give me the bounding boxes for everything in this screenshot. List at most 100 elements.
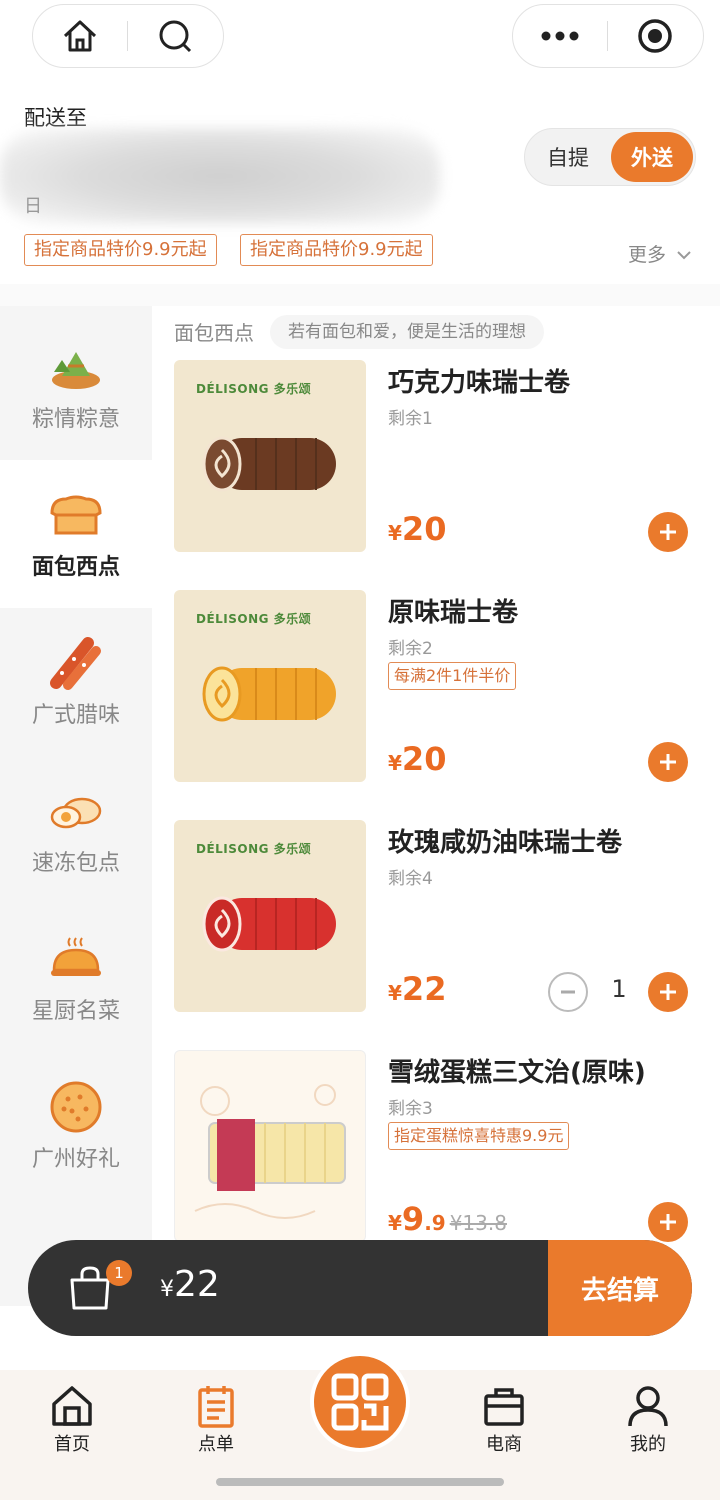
currency-symbol: ¥ — [388, 981, 402, 1005]
add-to-cart-button[interactable] — [648, 972, 688, 1012]
pickup-option[interactable]: 自提 — [525, 142, 611, 172]
chevron-down-icon — [677, 251, 691, 260]
section-title: 面包西点 — [174, 321, 254, 345]
sidebar-item-label: 面包西点 — [31, 555, 120, 580]
more-label: 更多 — [628, 244, 667, 266]
product-name: 巧克力味瑞士卷 — [388, 368, 571, 398]
product-price: ¥20 — [388, 740, 446, 778]
product-image: DÉLISONG 多乐颂 — [174, 820, 366, 1012]
promo-tag[interactable]: 指定商品特价9.9元起 — [240, 234, 433, 266]
tab-ecommerce[interactable]: 电商 — [454, 1384, 554, 1456]
product-promo-tag: 指定蛋糕惊喜特惠9.9元 — [388, 1122, 570, 1150]
original-price: ¥13.8 — [449, 1211, 507, 1235]
sidebar-item-cured-meat[interactable]: 广式腊味 — [0, 608, 152, 756]
order-icon — [198, 1386, 234, 1428]
product-card[interactable]: 雪绒蛋糕三文治(原味) 剩余3 指定蛋糕惊喜特惠9.9元 ¥9.9 ¥13.8 — [174, 1050, 704, 1250]
cookie-icon — [46, 1079, 106, 1135]
product-card[interactable]: DÉLISONG 多乐颂 巧克力味瑞士卷 剩余1 ¥20 — [174, 360, 704, 560]
price-value: 20 — [401, 510, 447, 548]
sidebar-item-label: 星厨名菜 — [31, 999, 120, 1024]
add-to-cart-button[interactable] — [648, 742, 688, 782]
currency-symbol: ¥ — [388, 751, 402, 775]
zongzi-icon — [46, 339, 106, 395]
currency-symbol: ¥ — [388, 1211, 402, 1235]
plus-icon — [660, 1214, 676, 1230]
price-decimal: .9 — [424, 1211, 446, 1235]
product-name: 雪绒蛋糕三文治(原味) — [388, 1058, 646, 1088]
cart-total-value: 22 — [174, 1264, 220, 1305]
price-value: 22 — [401, 970, 447, 1008]
plus-icon — [660, 984, 676, 1000]
brand-logo: DÉLISONG 多乐颂 — [196, 612, 312, 626]
product-card[interactable]: DÉLISONG 多乐颂 原味瑞士卷 剩余2 每满2件1件半价 ¥20 — [174, 590, 704, 790]
search-icon — [159, 20, 192, 53]
home-button[interactable] — [33, 5, 127, 67]
sidebar-item-chef-dishes[interactable]: 星厨名菜 — [0, 904, 152, 1052]
more-promos-button[interactable]: 更多 — [628, 240, 692, 267]
promo-tag[interactable]: 指定商品特价9.9元起 — [24, 234, 217, 266]
plus-icon — [660, 754, 676, 770]
product-stock: 剩余3 — [388, 1099, 433, 1119]
decrease-quantity-button[interactable] — [548, 972, 588, 1012]
product-promo-tag: 每满2件1件半价 — [388, 662, 517, 690]
product-card[interactable]: DÉLISONG 多乐颂 玫瑰咸奶油味瑞士卷 剩余4 ¥22 1 — [174, 820, 704, 1020]
home-icon — [52, 1386, 92, 1426]
currency-symbol: ¥ — [388, 521, 402, 545]
target-icon — [638, 19, 672, 53]
sidebar-item-label: 广州好礼 — [31, 1147, 120, 1172]
sidebar-item-frozen-buns[interactable]: 速冻包点 — [0, 756, 152, 904]
divider — [0, 284, 720, 306]
mini-program-capsule — [512, 4, 704, 68]
product-price: ¥20 — [388, 510, 446, 548]
sidebar-item-guangzhou-gifts[interactable]: 广州好礼 — [0, 1052, 152, 1200]
search-button[interactable] — [128, 5, 222, 67]
delivery-option[interactable]: 外送 — [611, 132, 693, 182]
product-price: ¥9.9 ¥13.8 — [388, 1200, 507, 1238]
tab-label: 点单 — [198, 1434, 234, 1455]
home-indicator[interactable] — [216, 1478, 504, 1486]
price-value: 20 — [401, 740, 447, 778]
category-sidebar: 粽情粽意 面包西点 广式腊味 速冻包点 星厨名菜 广州好礼 — [0, 306, 152, 1306]
checkout-button[interactable]: 去结算 — [548, 1240, 692, 1336]
product-stock: 剩余1 — [388, 409, 433, 429]
sidebar-item-bread[interactable]: 面包西点 — [0, 460, 152, 608]
section-slogan: 若有面包和爱，便是生活的理想 — [270, 315, 544, 349]
tab-home[interactable]: 首页 — [22, 1384, 122, 1456]
brand-logo: DÉLISONG 多乐颂 — [196, 842, 312, 856]
currency-symbol: ¥ — [160, 1277, 174, 1302]
close-mini-program-button[interactable] — [608, 5, 702, 67]
bread-icon — [46, 487, 106, 543]
cart-count-badge: 1 — [106, 1260, 132, 1286]
add-to-cart-button[interactable] — [648, 1202, 688, 1242]
sidebar-item-zongzi[interactable]: 粽情粽意 — [0, 312, 152, 460]
cart-bar: 1 ¥22 去结算 — [28, 1240, 692, 1336]
blurred-address[interactable] — [0, 128, 440, 224]
product-image — [174, 1050, 366, 1242]
sidebar-item-label: 广式腊味 — [31, 703, 120, 728]
product-name: 玫瑰咸奶油味瑞士卷 — [388, 828, 623, 858]
product-stock: 剩余4 — [388, 869, 433, 889]
delivery-mode-toggle: 自提 外送 — [524, 128, 696, 186]
add-to-cart-button[interactable] — [648, 512, 688, 552]
product-name: 原味瑞士卷 — [388, 598, 519, 628]
scan-order-button[interactable] — [310, 1352, 410, 1452]
brand-logo: DÉLISONG 多乐颂 — [196, 382, 312, 396]
dish-icon — [46, 931, 106, 987]
product-image: DÉLISONG 多乐颂 — [174, 590, 366, 782]
tab-order[interactable]: 点单 — [166, 1384, 266, 1456]
sidebar-item-label: 粽情粽意 — [31, 407, 120, 432]
tab-profile[interactable]: 我的 — [598, 1384, 698, 1456]
minus-icon — [561, 990, 575, 994]
address-partial: 日 — [24, 196, 42, 217]
profile-icon — [628, 1386, 668, 1427]
bun-icon — [46, 783, 106, 839]
tab-label: 首页 — [54, 1434, 90, 1455]
tab-label: 我的 — [630, 1434, 666, 1455]
ellipsis-icon — [541, 31, 579, 41]
nav-capsule-left — [32, 4, 224, 68]
more-options-button[interactable] — [513, 5, 607, 67]
product-image: DÉLISONG 多乐颂 — [174, 360, 366, 552]
shop-bag-icon — [484, 1388, 524, 1426]
plus-icon — [660, 524, 676, 540]
home-icon — [63, 20, 97, 52]
